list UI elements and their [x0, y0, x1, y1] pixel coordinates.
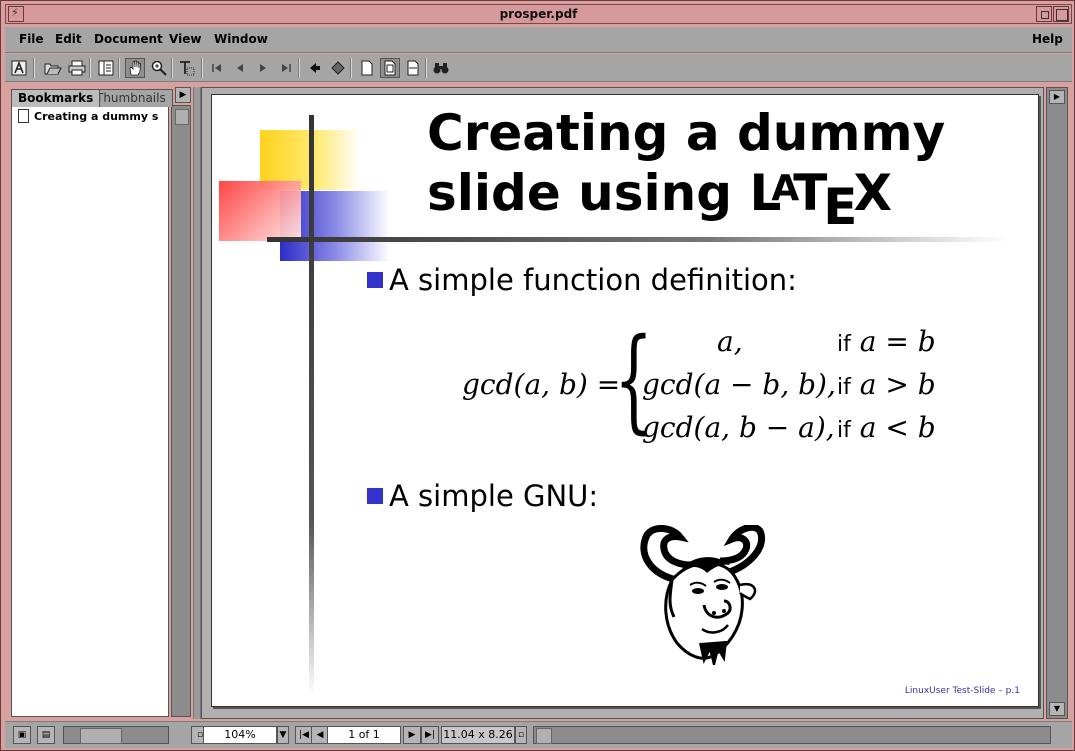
latex-x: X: [853, 164, 893, 222]
first-page-icon[interactable]: [207, 58, 227, 78]
pane-horizontal-scrollbar[interactable]: [63, 726, 169, 744]
bullet-square-icon: [367, 272, 383, 288]
case-cond: a < b: [859, 411, 936, 444]
sidebar-expand-icon[interactable]: ▤: [37, 726, 55, 744]
next-page-icon[interactable]: [253, 58, 273, 78]
case-condition: if a < b: [837, 411, 936, 444]
minimize-button[interactable]: [1036, 6, 1052, 22]
page-icon: [18, 109, 29, 123]
document-view: Creating a dummy slide using LATEX A sim…: [201, 87, 1044, 719]
toggle-sidebar-icon[interactable]: [96, 58, 116, 78]
gcd-formula: gcd(a, b) = { a, if a = b gcd(a − b, b),…: [462, 320, 962, 455]
page-number-field[interactable]: 1 of 1: [327, 726, 401, 744]
bullet-item: A simple function definition:: [367, 263, 797, 297]
case-condition: if a > b: [837, 368, 936, 401]
status-next-page-icon[interactable]: ▶: [403, 726, 421, 744]
menu-view[interactable]: View: [169, 32, 201, 46]
menu-window[interactable]: Window: [214, 32, 268, 46]
toolbar-separator: [89, 58, 91, 78]
open-file-icon[interactable]: [43, 58, 63, 78]
menu-help[interactable]: Help: [1032, 32, 1063, 46]
pdf-page: Creating a dummy slide using LATEX A sim…: [211, 94, 1039, 707]
menu-edit[interactable]: Edit: [55, 32, 82, 46]
decor-red-block: [219, 181, 301, 241]
case-cond: a > b: [859, 368, 936, 401]
app-window: prosper.pdf File Edit Document View Wind…: [0, 0, 1075, 751]
text-select-icon[interactable]: [177, 58, 197, 78]
slide-footer: LinuxUser Test-Slide – p.1: [904, 686, 1020, 696]
fit-width-icon[interactable]: [403, 58, 423, 78]
slide-title-line2: slide using LATEX: [427, 161, 987, 235]
toolbar: [5, 54, 1072, 82]
decor-vertical-rule: [309, 115, 314, 695]
title-bar: prosper.pdf: [5, 4, 1072, 24]
bullet-square-icon: [367, 488, 383, 504]
case-value: gcd(a, b − a),: [642, 411, 835, 444]
bullet-text: A simple GNU:: [389, 479, 599, 513]
bullet-item: A simple GNU:: [367, 479, 598, 513]
window-title: prosper.pdf: [499, 7, 578, 21]
bullet-text: A simple function definition:: [389, 263, 797, 297]
actual-size-icon[interactable]: [357, 58, 377, 78]
bookmark-item[interactable]: Creating a dummy s: [18, 109, 159, 123]
hand-tool-icon[interactable]: [125, 58, 145, 78]
acrobat-logo-icon[interactable]: [9, 58, 29, 78]
menu-bar: File Edit Document View Window Help: [5, 27, 1072, 53]
bookmark-scrollbar[interactable]: [171, 105, 191, 717]
case-if: if: [837, 375, 851, 400]
find-binoculars-icon[interactable]: [431, 58, 451, 78]
toolbar-separator: [425, 58, 427, 78]
case-cond: a = b: [859, 325, 936, 358]
navigation-pane: Bookmarks Thumbnails ▶ Creating a dummy …: [11, 87, 191, 719]
case-value: gcd(a − b, b),: [642, 368, 836, 401]
last-page-icon[interactable]: [276, 58, 296, 78]
page-size-icon: ▫: [515, 726, 527, 744]
scroll-up-icon[interactable]: ▶: [1049, 90, 1065, 104]
latex-logo: LATEX: [749, 164, 893, 235]
page-size-readout: 11.04 x 8.26: [441, 726, 515, 744]
slide-title: Creating a dummy slide using LATEX: [427, 105, 987, 235]
tab-thumbnails[interactable]: Thumbnails: [89, 89, 173, 107]
formula-lhs: gcd(a, b) =: [462, 368, 621, 401]
scroll-down-icon[interactable]: ▼: [1049, 702, 1065, 716]
toolbar-separator: [350, 58, 352, 78]
slide-title-line1: Creating a dummy: [427, 104, 946, 162]
case-if: if: [837, 418, 851, 443]
status-last-page-icon[interactable]: ▶|: [421, 726, 439, 744]
toolbar-separator: [171, 58, 173, 78]
toolbar-separator: [201, 58, 203, 78]
toolbar-separator: [298, 58, 300, 78]
bookmark-list: Creating a dummy s: [11, 105, 169, 717]
case-if: if: [837, 332, 851, 357]
menu-file[interactable]: File: [19, 32, 44, 46]
toolbar-separator: [33, 58, 35, 78]
sidebar-options-icon[interactable]: ▣: [13, 726, 31, 744]
zoom-tool-icon[interactable]: [149, 58, 169, 78]
fit-page-icon[interactable]: [380, 58, 400, 78]
menu-document[interactable]: Document: [94, 32, 163, 46]
toolbar-separator: [118, 58, 120, 78]
zoom-field[interactable]: 104%: [203, 726, 277, 744]
pane-menu-arrow-icon[interactable]: ▶: [175, 87, 191, 103]
zoom-dropdown-icon[interactable]: ▼: [277, 726, 289, 744]
pane-splitter[interactable]: [193, 87, 201, 719]
go-forward-icon[interactable]: [328, 58, 348, 78]
pane-tabs: Bookmarks Thumbnails: [11, 89, 181, 107]
tab-bookmarks[interactable]: Bookmarks: [11, 89, 101, 107]
maximize-button[interactable]: [1053, 6, 1069, 22]
previous-page-icon[interactable]: [230, 58, 250, 78]
bookmark-label: Creating a dummy s: [34, 110, 159, 123]
gnu-head-image: [640, 525, 765, 665]
case-condition: if a = b: [837, 325, 936, 358]
status-bar: ▣ ▤ ▫ 104% ▼ |◀ ◀ 1 of 1 ▶ ▶| 11.04 x 8.…: [5, 721, 1072, 748]
print-icon[interactable]: [67, 58, 87, 78]
case-value: a,: [717, 325, 743, 358]
document-horizontal-scrollbar[interactable]: [533, 726, 1051, 744]
document-scrollbar[interactable]: ▶ ▼: [1046, 87, 1068, 719]
decor-horizontal-rule: [267, 237, 1007, 242]
go-back-icon[interactable]: [305, 58, 325, 78]
slide-title-prefix: slide using: [427, 164, 750, 222]
